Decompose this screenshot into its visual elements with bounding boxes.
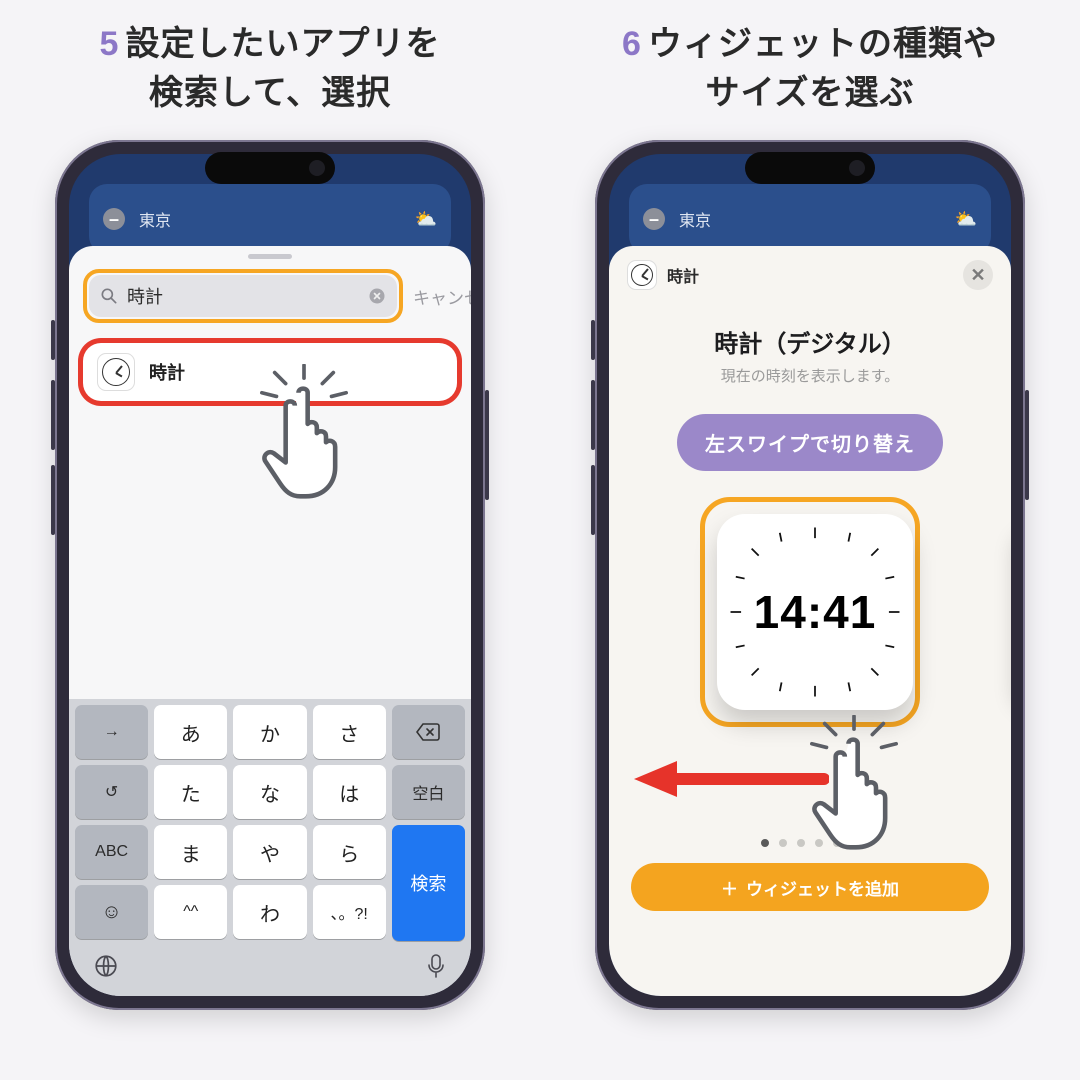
key-ma[interactable]: ま — [154, 825, 227, 879]
phone-screen-right: – 東京 ⛅ 時計 ✕ 時計（デジタル） 現在の時刻を表示します。 — [609, 154, 1011, 996]
page-dot[interactable] — [761, 839, 769, 847]
key-space[interactable]: 空白 — [392, 765, 465, 819]
search-field[interactable] — [89, 275, 397, 317]
widget-subtitle: 現在の時刻を表示します。 — [609, 365, 1011, 386]
key-ha[interactable]: は — [313, 765, 386, 819]
step-6-column: 6ウィジェットの種類や サイズを選ぶ – 東京 ⛅ 時計 — [540, 0, 1080, 1080]
key-wa[interactable]: わ — [233, 885, 306, 939]
key-caret[interactable]: ^^ — [154, 885, 227, 939]
close-button[interactable]: ✕ — [963, 260, 993, 290]
remove-widget-icon[interactable]: – — [103, 208, 125, 230]
key-next[interactable]: → — [75, 705, 148, 759]
weather-icon: ⛅ — [415, 209, 437, 230]
clock-app-icon — [627, 260, 657, 290]
key-ka[interactable]: か — [233, 705, 306, 759]
widget-title: 時計（デジタル） — [609, 324, 1011, 359]
key-sa[interactable]: さ — [313, 705, 386, 759]
key-ta[interactable]: た — [154, 765, 227, 819]
plus-icon: ＋ — [721, 875, 738, 900]
phone-frame-left: – 東京 ⛅ — [55, 140, 485, 1010]
japanese-keyboard[interactable]: → あ か さ ↺ た な は — [69, 699, 471, 996]
phone-frame-right: – 東京 ⛅ 時計 ✕ 時計（デジタル） 現在の時刻を表示します。 — [595, 140, 1025, 1010]
globe-icon[interactable] — [93, 953, 119, 986]
picker-app-name: 時計 — [667, 263, 699, 287]
remove-widget-icon[interactable]: – — [643, 208, 665, 230]
weather-icon: ⛅ — [955, 209, 977, 230]
weather-city: 東京 — [679, 207, 711, 231]
page-dot[interactable] — [815, 839, 823, 847]
key-a[interactable]: あ — [154, 705, 227, 759]
search-sheet: キャンセル 時計 — [69, 246, 471, 996]
mic-icon[interactable] — [425, 953, 447, 986]
weather-city: 東京 — [139, 207, 171, 231]
page-dot[interactable] — [851, 839, 859, 847]
background-weather-widget: – 東京 ⛅ — [629, 184, 991, 254]
key-emoji[interactable]: ☺ — [75, 885, 148, 939]
widget-preview-digital-clock[interactable]: 14:41 — [717, 514, 913, 710]
clear-icon[interactable] — [367, 286, 387, 306]
step-5-text: 設定したいアプリを 検索して、選択 — [125, 25, 440, 112]
add-widget-button[interactable]: ＋ ウィジェットを追加 — [631, 863, 989, 911]
key-na[interactable]: な — [233, 765, 306, 819]
sheet-grabber[interactable] — [248, 254, 292, 259]
step-6-number: 6 — [622, 25, 642, 63]
dynamic-island — [745, 152, 875, 184]
swipe-left-arrow-icon — [629, 759, 829, 799]
dynamic-island — [205, 152, 335, 184]
key-punct[interactable]: 、。?! — [313, 885, 386, 939]
search-input[interactable] — [127, 286, 359, 307]
page-dot[interactable] — [779, 839, 787, 847]
step-5-column: 5設定したいアプリを 検索して、選択 – 東京 ⛅ — [0, 0, 540, 1080]
cancel-button[interactable]: キャンセル — [413, 284, 471, 309]
add-widget-label: ウィジェットを追加 — [746, 875, 899, 900]
widget-picker-sheet: 時計 ✕ 時計（デジタル） 現在の時刻を表示します。 左スワイプで切り替え — [609, 246, 1011, 996]
backspace-icon — [415, 722, 441, 742]
key-delete[interactable] — [392, 705, 465, 759]
key-ra[interactable]: ら — [313, 825, 386, 879]
key-undo[interactable]: ↺ — [75, 765, 148, 819]
key-abc[interactable]: ABC — [75, 825, 148, 879]
key-ya[interactable]: や — [233, 825, 306, 879]
picker-app-row: 時計 — [627, 260, 699, 290]
step-6-heading: 6ウィジェットの種類や サイズを選ぶ — [622, 20, 998, 130]
background-weather-widget: – 東京 ⛅ — [89, 184, 451, 254]
swipe-hint-pill: 左スワイプで切り替え — [677, 414, 943, 471]
search-result-label: 時計 — [149, 359, 185, 385]
step-6-text: ウィジェットの種類や サイズを選ぶ — [648, 25, 998, 112]
search-icon — [99, 286, 119, 306]
clock-app-icon — [97, 353, 135, 391]
page-dot[interactable] — [833, 839, 841, 847]
page-dots[interactable] — [609, 839, 1011, 847]
page-dot[interactable] — [797, 839, 805, 847]
step-5-number: 5 — [100, 25, 120, 63]
highlight-widget-preview: 14:41 — [700, 497, 920, 727]
highlight-search — [83, 269, 403, 323]
phone-screen-left: – 東京 ⛅ — [69, 154, 471, 996]
search-result-clock[interactable]: 時計 — [83, 343, 457, 401]
step-5-heading: 5設定したいアプリを 検索して、選択 — [100, 20, 441, 130]
clock-ticks-icon — [727, 524, 903, 700]
